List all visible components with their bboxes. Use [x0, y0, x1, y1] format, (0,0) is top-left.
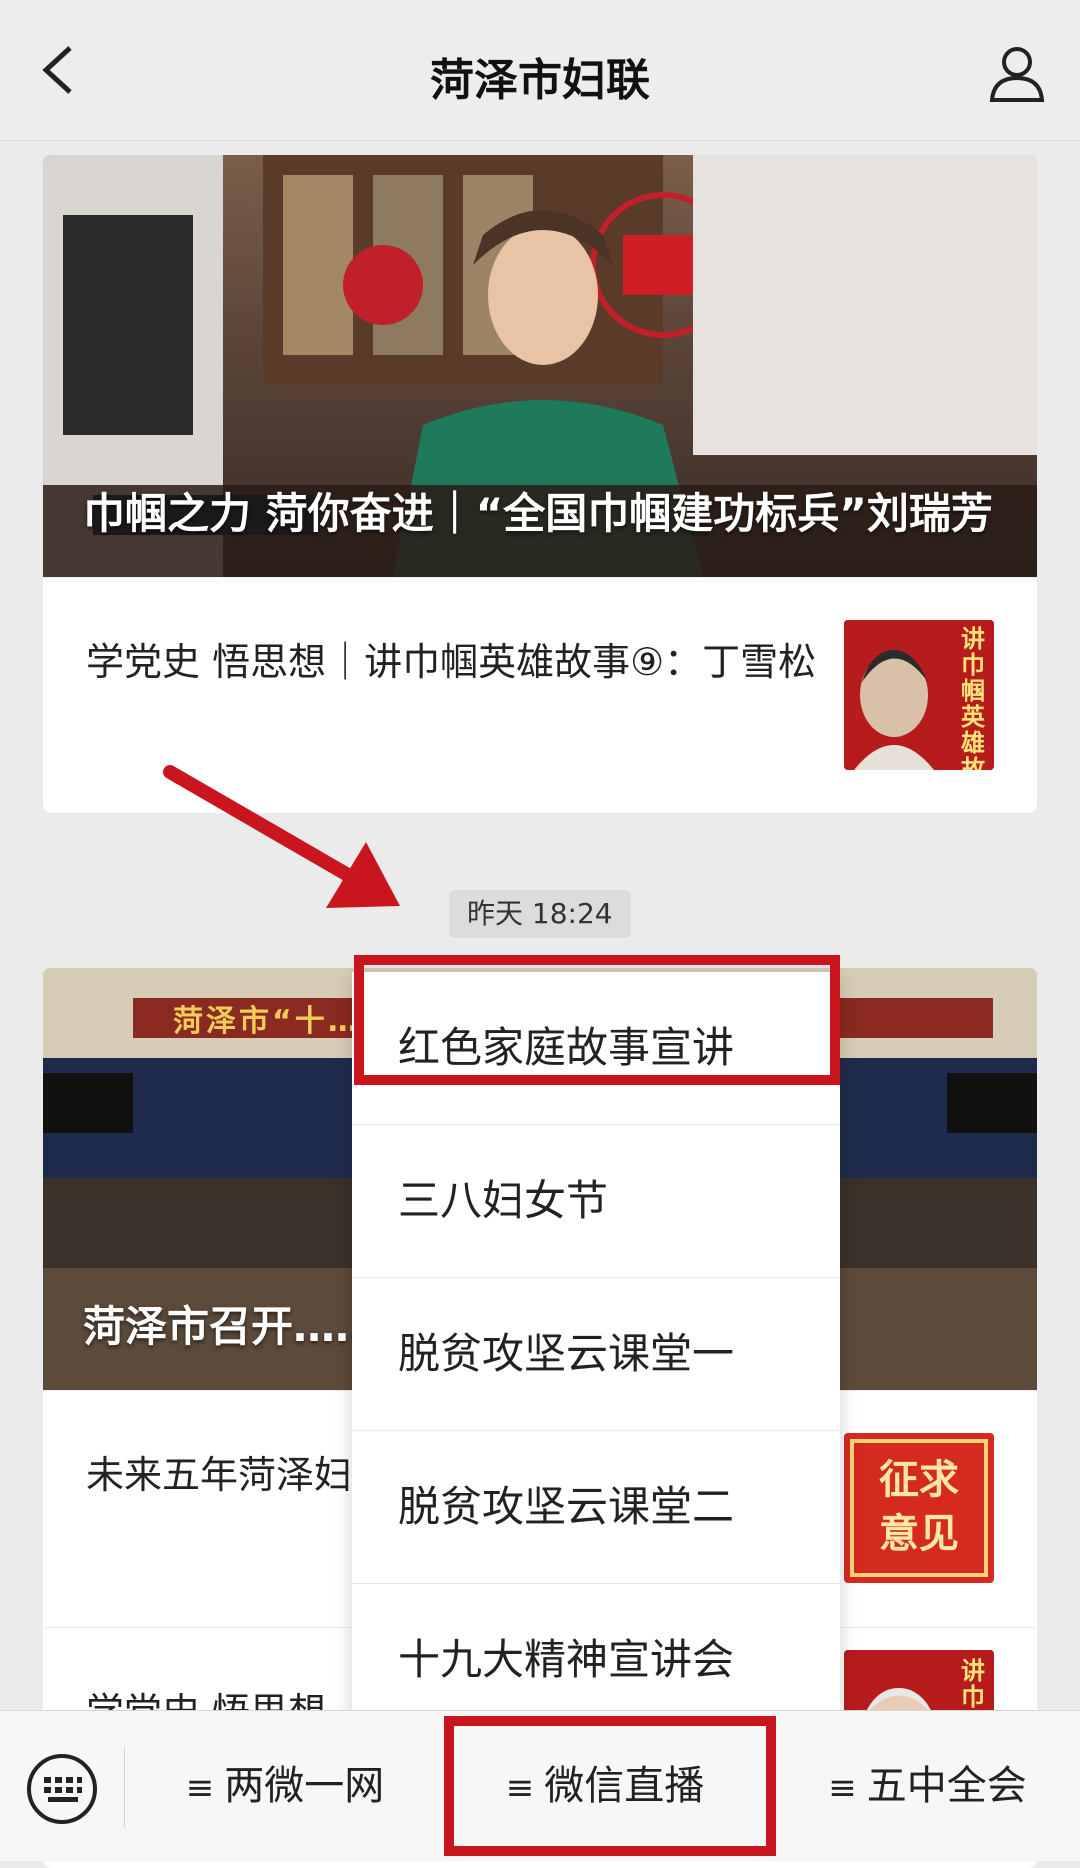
article-thumbnail: 讲巾帼英雄故事 [844, 620, 994, 770]
menu-divider [124, 1747, 125, 1827]
submenu-item-womens-day[interactable]: 三八妇女节 [352, 1125, 840, 1278]
highlight-box-submenu [354, 955, 840, 1085]
keyboard-icon[interactable] [24, 1751, 100, 1827]
article-hero-image[interactable]: 巾帼之力 菏你奋进｜“全国巾帼建功标兵”刘瑞芳 [43, 155, 1037, 577]
submenu-item-poverty-class-1[interactable]: 脱贫攻坚云课堂一 [352, 1278, 840, 1431]
thumb-text: 征求意见 [879, 1457, 959, 1557]
annotation-arrow-icon [163, 765, 400, 908]
nav-bar: 菏泽市妇联 [0, 0, 1080, 141]
timestamp: 昨天 18:24 [449, 890, 631, 938]
submenu-item-poverty-class-2[interactable]: 脱贫攻坚云课堂二 [352, 1431, 840, 1584]
page-title: 菏泽市妇联 [430, 55, 650, 106]
thumb-text: 讲巾帼英雄故事 [961, 625, 985, 770]
hero-title: 巾帼之力 菏你奋进｜“全国巾帼建功标兵”刘瑞芳 [83, 489, 993, 538]
menu-button-liangwei-yiwang[interactable]: ≡ 两微一网 [140, 1711, 430, 1861]
article-card[interactable]: 巾帼之力 菏你奋进｜“全国巾帼建功标兵”刘瑞芳 学党史 悟思想｜讲巾帼英雄故事⑨… [43, 155, 1037, 813]
highlight-box-menu [444, 1716, 776, 1856]
menu-button-wuzhong-quanhui[interactable]: ≡ 五中全会 [785, 1711, 1070, 1861]
profile-icon[interactable] [984, 40, 1050, 106]
submenu-popup: 红色家庭故事宣讲 三八妇女节 脱贫攻坚云课堂一 脱贫攻坚云课堂二 十九大精神宣讲… [352, 972, 840, 1736]
hamburger-icon: ≡ [185, 1768, 215, 1808]
hamburger-icon: ≡ [828, 1768, 857, 1808]
article-thumbnail: 征求意见 [844, 1433, 994, 1583]
article-title: 学党史 悟思想｜讲巾帼英雄故事⑨：丁雪松 [86, 640, 817, 684]
